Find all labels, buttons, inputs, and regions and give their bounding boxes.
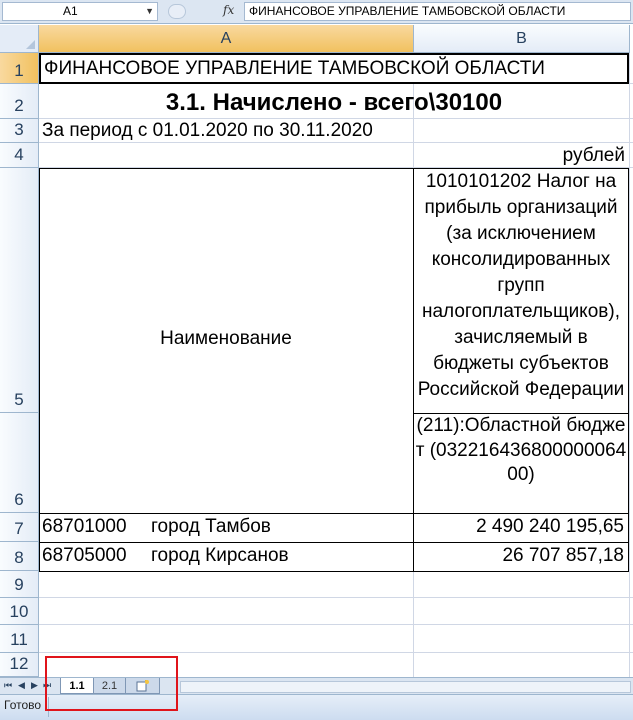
row-header[interactable]: 3 bbox=[0, 119, 39, 143]
status-ready: Готово bbox=[4, 698, 42, 712]
next-sheet-icon[interactable]: ▶ bbox=[31, 680, 38, 691]
row-header[interactable]: 8 bbox=[0, 542, 39, 571]
units-label: рублей bbox=[562, 145, 625, 166]
row-header[interactable]: 12 bbox=[0, 653, 39, 677]
row-header[interactable]: 11 bbox=[0, 625, 39, 653]
row-header[interactable]: 4 bbox=[0, 143, 39, 168]
insert-function-icon[interactable]: fx bbox=[223, 3, 234, 17]
row-header[interactable]: 6 bbox=[0, 413, 39, 513]
column-header-b[interactable]: B bbox=[414, 25, 630, 53]
name-box[interactable]: A1 ▼ bbox=[2, 2, 158, 21]
select-all-corner[interactable] bbox=[0, 25, 39, 53]
header-budget: (211):Областной бюджет (0322164368000000… bbox=[415, 415, 627, 485]
first-sheet-icon[interactable]: ⏮ bbox=[4, 680, 12, 691]
header-tax-code: 1010101202 Налог на прибыль организаций … bbox=[417, 171, 625, 400]
formula-bar: A1 ▼ fx ФИНАНСОВОЕ УПРАВЛЕНИЕ ТАМБОВСКОЙ… bbox=[0, 0, 633, 24]
prev-sheet-icon[interactable]: ◀ bbox=[18, 680, 25, 691]
header-name: Наименование bbox=[160, 328, 292, 349]
sheet-tab-2-1[interactable]: 2.1 bbox=[94, 678, 126, 694]
row-code[interactable]: 68701000 bbox=[42, 513, 127, 541]
row-city[interactable]: город Тамбов bbox=[151, 513, 271, 541]
row-header[interactable]: 5 bbox=[0, 168, 39, 413]
row-city[interactable]: город Кирсанов bbox=[151, 542, 289, 570]
name-box-value: A1 bbox=[63, 4, 78, 18]
row-header[interactable]: 7 bbox=[0, 513, 39, 542]
horizontal-scrollbar[interactable] bbox=[180, 681, 631, 693]
row-value[interactable]: 26 707 857,18 bbox=[502, 542, 624, 570]
row-value[interactable]: 2 490 240 195,65 bbox=[476, 513, 624, 541]
cell-a1-selected[interactable]: ФИНАНСОВОЕ УПРАВЛЕНИЕ ТАМБОВСКОЙ ОБЛАСТИ bbox=[39, 53, 629, 84]
status-bar: Готово bbox=[0, 694, 633, 720]
row-header[interactable]: 1 bbox=[0, 53, 39, 84]
formula-bar-splitter[interactable] bbox=[168, 4, 186, 19]
column-header-a[interactable]: A bbox=[39, 25, 414, 53]
report-period: За период с 01.01.2020 по 30.11.2020 bbox=[42, 120, 373, 141]
row-code[interactable]: 68705000 bbox=[42, 542, 127, 570]
row-header[interactable]: 10 bbox=[0, 598, 39, 625]
sheet-tab-bar: ⏮ ◀ ▶ ⏭ 1.1 2.1 bbox=[0, 677, 633, 694]
report-title: 3.1. Начислено - всего\30100 bbox=[165, 89, 503, 116]
worksheet-grid[interactable]: ФИНАНСОВОЕ УПРАВЛЕНИЕ ТАМБОВСКОЙ ОБЛАСТИ… bbox=[39, 53, 633, 677]
last-sheet-icon[interactable]: ⏭ bbox=[43, 680, 51, 691]
insert-sheet-icon[interactable] bbox=[126, 678, 160, 694]
row-header[interactable]: 2 bbox=[0, 84, 39, 119]
chevron-down-icon[interactable]: ▼ bbox=[145, 3, 154, 20]
sheet-tab-1-1[interactable]: 1.1 bbox=[60, 678, 94, 694]
row-header[interactable]: 9 bbox=[0, 571, 39, 598]
formula-input[interactable]: ФИНАНСОВОЕ УПРАВЛЕНИЕ ТАМБОВСКОЙ ОБЛАСТИ bbox=[244, 2, 631, 21]
